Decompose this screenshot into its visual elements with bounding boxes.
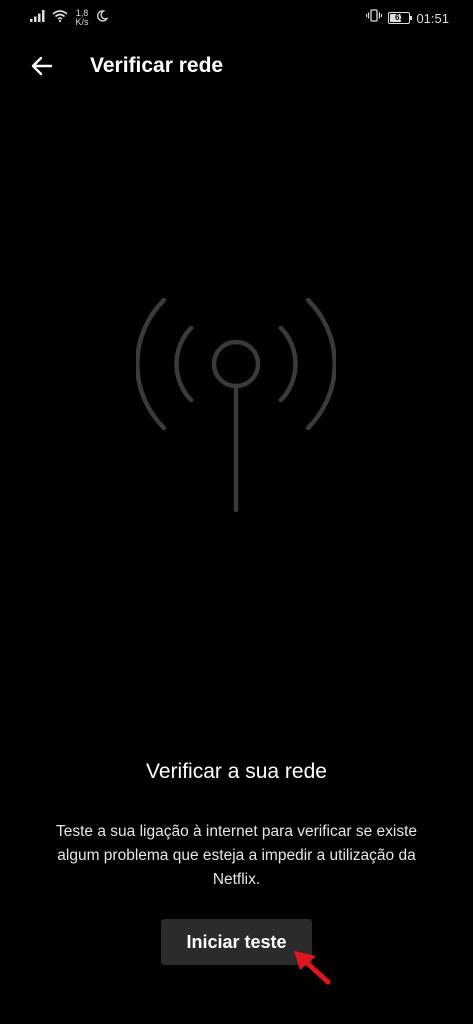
moon-icon [96,9,109,27]
battery-icon: 61 [388,12,413,24]
status-right-group: 61 01:51 [366,8,449,28]
app-bar: Verificar rede [0,36,473,98]
network-speed-unit: K/s [75,17,89,27]
battery-level: 61 [395,13,404,22]
back-button[interactable] [24,50,60,86]
description-text: Teste a sua ligação à internet para veri… [56,823,417,888]
status-left-group: 1,8 K/s [30,8,109,28]
signal-icon [30,9,46,27]
vibrate-icon [366,9,383,27]
antenna-broadcast-icon [135,288,337,518]
clock: 01:51 [416,10,449,26]
network-speed: 1,8 K/s [74,9,90,27]
red-pointer-arrow-icon [290,948,334,988]
status-bar: 1,8 K/s 61 01:51 [0,0,473,36]
page-title: Verificar rede [90,54,224,77]
section-heading: Verificar a sua rede [146,760,327,783]
arrow-left-icon [31,56,53,81]
wifi-icon [52,9,68,27]
